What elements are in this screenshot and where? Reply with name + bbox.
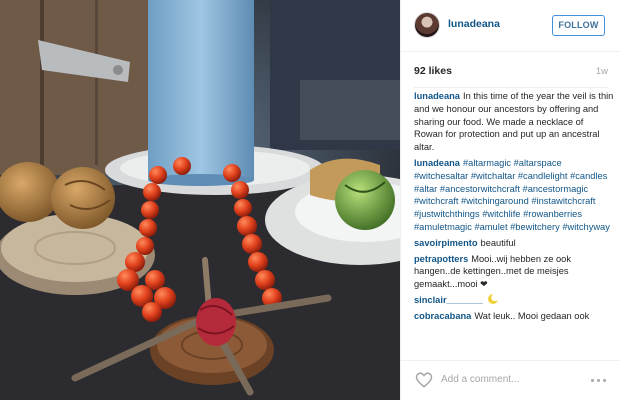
hashtag-link[interactable]: #amulet: [474, 222, 507, 232]
hashtag-link[interactable]: #amuletmagic: [414, 222, 472, 232]
hashtag-link[interactable]: #ancestormagic: [523, 184, 589, 194]
hashtag-link[interactable]: #instawitchcraft: [531, 196, 595, 206]
comment-author[interactable]: lunadeana: [414, 158, 460, 168]
comment: cobracabana Wat leuk.. Mooi gedaan ook: [414, 310, 614, 323]
comment-text: Wat leuk.. Mooi gedaan ook: [474, 310, 590, 321]
comment: petrapotters Mooi..wij hebben ze ook hang…: [414, 253, 614, 291]
hashtag-link[interactable]: #witchaltar: [471, 171, 515, 181]
hashtag-link[interactable]: #altar: [414, 184, 437, 194]
hashtag-link[interactable]: #candles: [570, 171, 607, 181]
caption: lunadeana In this time of the year the ve…: [414, 90, 614, 154]
instagram-post: lunadeana FOLLOW 92 likes 1w lunadeana In…: [0, 0, 620, 400]
altar-photo-illustration: [0, 0, 400, 400]
hashtag-link[interactable]: #witchesaltar: [414, 171, 468, 181]
comment-text: beautiful: [480, 237, 516, 248]
divider: [414, 87, 608, 88]
comment-author[interactable]: petrapotters: [414, 254, 468, 264]
avatar[interactable]: [414, 12, 440, 38]
post-age[interactable]: 1w: [596, 66, 608, 77]
comments-list: lunadeana In this time of the year the ve…: [414, 90, 614, 326]
post-header: lunadeana FOLLOW: [401, 0, 620, 52]
hashtag-link[interactable]: #witchlife: [482, 209, 520, 219]
username-link[interactable]: lunadeana: [448, 18, 500, 30]
comment-author[interactable]: savoirpimento: [414, 238, 478, 248]
comment: savoirpimento beautiful: [414, 237, 614, 250]
post-details-panel: lunadeana FOLLOW 92 likes 1w lunadeana In…: [400, 0, 620, 400]
comment-author[interactable]: cobracabana: [414, 311, 471, 321]
hashtag-list: #altarmagic #altarspace #witchesaltar #w…: [414, 158, 610, 232]
comment-author[interactable]: lunadeana: [414, 91, 460, 101]
post-meta: 92 likes 1w: [414, 65, 608, 79]
likes-count[interactable]: 92 likes: [414, 65, 452, 77]
comment-author[interactable]: sinclair_______: [414, 295, 483, 305]
add-comment-input[interactable]: Add a comment...: [441, 374, 519, 385]
post-photo[interactable]: [0, 0, 400, 400]
comment: sinclair_______: [414, 293, 614, 307]
hashtag-link[interactable]: #altarmagic: [463, 158, 511, 168]
more-options-icon[interactable]: [591, 379, 609, 383]
follow-button[interactable]: FOLLOW: [552, 15, 605, 36]
hashtag-link[interactable]: #candlelight: [518, 171, 568, 181]
hashtag-link[interactable]: #altarspace: [514, 158, 562, 168]
hashtag-link[interactable]: #witchyway: [562, 222, 610, 232]
hashtag-link[interactable]: #witchcraft: [414, 196, 458, 206]
hashtag-link[interactable]: #ancestorwitchcraft: [440, 184, 520, 194]
hashtag-comment: lunadeana #altarmagic #altarspace #witche…: [414, 157, 614, 234]
hashtag-link[interactable]: #witchingaround: [461, 196, 529, 206]
heart-outline-icon[interactable]: [415, 371, 433, 389]
hashtag-link[interactable]: #bewitchery: [510, 222, 560, 232]
post-footer: Add a comment...: [401, 360, 620, 400]
heart-emoji-icon: ❤: [480, 279, 488, 290]
hashtag-link[interactable]: #rowanberries: [523, 209, 582, 219]
crescent-moon-emoji-icon: [488, 293, 499, 304]
hashtag-link[interactable]: #justwitchthings: [414, 209, 480, 219]
